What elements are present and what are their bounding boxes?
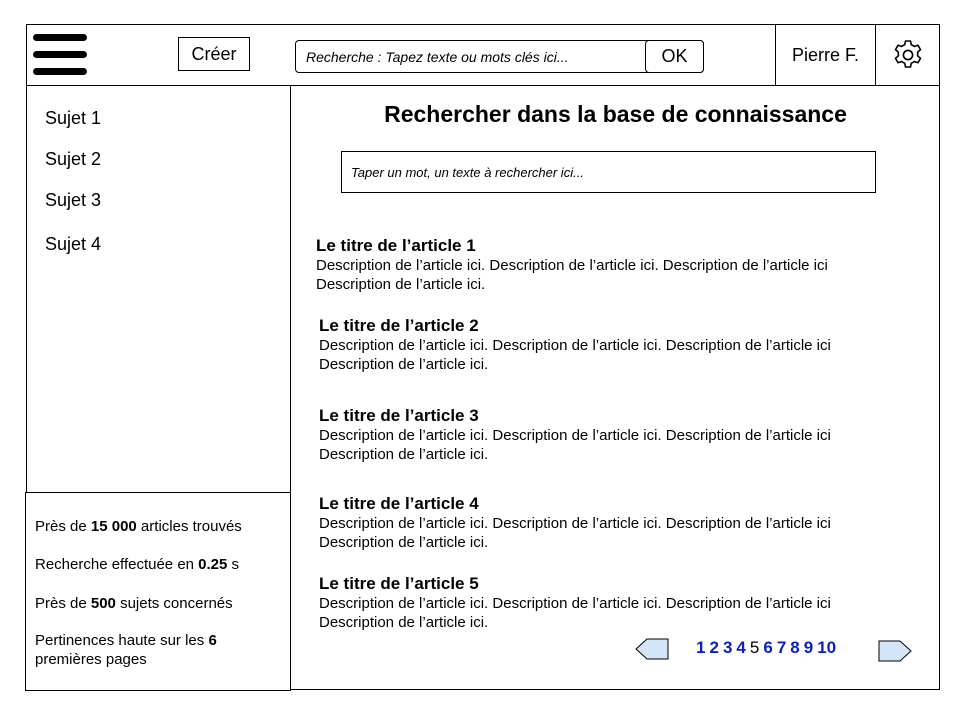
page-link-9[interactable]: 9 [804,638,813,658]
page-link-10[interactable]: 10 [817,638,836,658]
create-button[interactable]: Créer [178,37,250,71]
page-link-6[interactable]: 6 [763,638,772,658]
article-description: Description de l’article ici. Descriptio… [319,515,831,551]
article-title[interactable]: Le titre de l’article 1 [316,236,896,256]
search-stats-panel: Près de 15 000 articles trouvés Recherch… [25,492,291,691]
header-search-input[interactable] [306,41,636,72]
sidebar-item-sujet-2[interactable]: Sujet 2 [45,149,101,170]
stat-articles-found: Près de 15 000 articles trouvés [35,518,242,535]
stat-relevance: Pertinences haute sur les 6 premières pa… [35,632,217,668]
knowledge-search-input[interactable] [351,152,866,192]
hamburger-menu-icon[interactable] [33,34,87,76]
article-title[interactable]: Le titre de l’article 2 [319,316,899,336]
gear-icon[interactable] [876,24,940,86]
stat-topics: Près de 500 sujets concernés [35,595,233,612]
knowledge-search-box [341,151,876,193]
article-description: Description de l’article ici. Descriptio… [319,337,831,373]
header-divider [26,85,940,86]
article-description: Description de l’article ici. Descriptio… [319,595,831,631]
sidebar-item-sujet-3[interactable]: Sujet 3 [45,190,101,211]
article-title[interactable]: Le titre de l’article 3 [319,406,899,426]
article-description: Description de l’article ici. Descriptio… [316,257,828,293]
page-title: Rechercher dans la base de connaissance [384,101,847,127]
article-title[interactable]: Le titre de l’article 4 [319,494,899,514]
page-link-7[interactable]: 7 [777,638,786,658]
sidebar-item-sujet-1[interactable]: Sujet 1 [45,108,101,129]
page-link-8[interactable]: 8 [790,638,799,658]
page-link-4[interactable]: 4 [736,638,745,658]
article-item: Le titre de l’article 2 Description de l… [319,316,899,374]
pagination: 1 2 3 4 5 6 7 8 9 10 [696,638,840,658]
ok-button[interactable]: OK [645,40,704,73]
article-item: Le titre de l’article 4 Description de l… [319,494,899,552]
user-name[interactable]: Pierre F. [775,24,876,86]
next-page-icon[interactable] [878,640,912,667]
header-search-bar: OK [295,40,704,73]
previous-page-icon[interactable] [635,638,669,665]
article-description: Description de l’article ici. Descriptio… [319,427,831,463]
article-item: Le titre de l’article 1 Description de l… [316,236,896,294]
article-title[interactable]: Le titre de l’article 5 [319,574,899,594]
page-link-5[interactable]: 5 [750,638,759,658]
article-item: Le titre de l’article 3 Description de l… [319,406,899,464]
stat-search-time: Recherche effectuée en 0.25 s [35,556,240,573]
page-link-1[interactable]: 1 [696,638,705,658]
article-item: Le titre de l’article 5 Description de l… [319,574,899,632]
page-link-3[interactable]: 3 [723,638,732,658]
sidebar-item-sujet-4[interactable]: Sujet 4 [45,234,101,255]
page-link-2[interactable]: 2 [709,638,718,658]
